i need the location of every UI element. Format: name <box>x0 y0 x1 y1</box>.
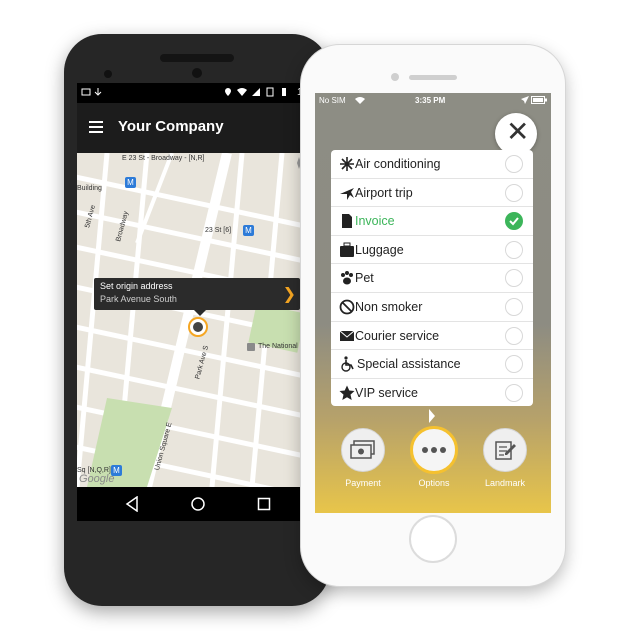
signal-icon <box>252 88 260 96</box>
map-label-building: Building <box>77 185 102 192</box>
payment-label: Payment <box>345 478 381 488</box>
option-checkbox[interactable] <box>505 326 523 345</box>
iphone-screen: No SIM 3:35 PM ✕ Air conditioning Airpor… <box>315 93 551 513</box>
edit-note-icon <box>495 441 516 460</box>
download-icon <box>94 88 102 96</box>
option-label: Airport trip <box>355 185 413 200</box>
home-icon[interactable] <box>190 496 206 512</box>
wifi-icon <box>237 88 247 96</box>
app-title: Your Company <box>118 118 224 135</box>
metro-m-icon: M <box>125 177 136 188</box>
snowflake-icon <box>340 157 354 171</box>
paw-icon <box>341 271 353 285</box>
iphone-camera <box>391 73 399 81</box>
origin-pin-icon[interactable] <box>188 317 208 337</box>
map-view[interactable]: E 23 St - Broadway - [N,R] M Building 5t… <box>77 153 317 487</box>
phone-camera <box>192 68 202 78</box>
battery-icon <box>531 96 547 104</box>
option-label: Non smoker <box>355 300 423 314</box>
money-icon <box>350 440 375 459</box>
option-checkbox[interactable] <box>505 269 523 288</box>
option-invoice[interactable]: Invoice <box>331 207 533 236</box>
android-screen: 1 Your Company <box>77 83 317 521</box>
chevron-right-icon[interactable]: ❯ <box>283 284 296 304</box>
airplane-icon <box>340 187 354 200</box>
landmark-icon <box>247 343 255 351</box>
map-label-national: The National <box>258 343 298 350</box>
carrier-label: No SIM <box>319 96 346 105</box>
star-icon <box>339 385 355 400</box>
option-vip-service[interactable]: VIP service <box>331 379 533 406</box>
option-checkbox[interactable] <box>505 240 523 259</box>
option-label: Special assistance <box>357 357 461 372</box>
option-checkbox-checked[interactable] <box>505 212 523 231</box>
landmark-button[interactable] <box>483 428 527 472</box>
android-nav-bar <box>77 487 317 521</box>
ios-time: 3:35 PM <box>415 96 446 105</box>
no-sim-icon <box>266 87 274 97</box>
payment-button[interactable] <box>341 428 385 472</box>
option-special-assistance[interactable]: Special assistance <box>331 350 533 379</box>
google-logo: Google <box>79 473 115 485</box>
map-label-23st: 23 St [6] <box>205 227 232 234</box>
option-courier-service[interactable]: Courier service <box>331 322 533 351</box>
checkmark-icon <box>509 217 519 226</box>
option-label: Luggage <box>355 242 404 257</box>
callout-address: Park Avenue South <box>100 294 177 304</box>
wifi-icon <box>355 97 365 104</box>
option-airport-trip[interactable]: Airport trip <box>331 179 533 208</box>
option-checkbox[interactable] <box>505 383 523 402</box>
option-luggage[interactable]: Luggage <box>331 236 533 265</box>
no-smoking-icon <box>339 299 355 315</box>
back-icon[interactable] <box>125 496 139 512</box>
map-label-street: E 23 St - Broadway - [N,R] <box>122 155 205 162</box>
battery-icon <box>282 88 286 96</box>
option-checkbox[interactable] <box>505 183 523 202</box>
iphone-speaker <box>409 75 457 80</box>
phone-sensor <box>104 70 112 78</box>
android-status-bar: 1 <box>77 83 317 103</box>
iphone: No SIM 3:35 PM ✕ Air conditioning Airpor… <box>300 44 566 587</box>
option-non-smoker[interactable]: Non smoker <box>331 293 533 322</box>
location-arrow-icon <box>521 96 529 104</box>
android-phone: 1 Your Company <box>64 34 330 606</box>
phone-speaker <box>160 54 234 62</box>
location-icon <box>225 88 231 96</box>
callout-title: Set origin address <box>100 281 173 291</box>
document-icon <box>342 214 352 229</box>
luggage-icon <box>340 242 354 257</box>
android-toolbar: Your Company <box>77 103 317 153</box>
more-dots-icon <box>422 447 446 453</box>
iphone-home-button[interactable] <box>409 515 457 563</box>
option-label: Air conditioning <box>355 157 441 171</box>
option-label: VIP service <box>355 385 418 400</box>
close-icon: ✕ <box>506 116 530 147</box>
options-list: Air conditioning Airport trip Invoice Lu… <box>331 150 533 406</box>
option-air-conditioning[interactable]: Air conditioning <box>331 150 533 179</box>
option-checkbox[interactable] <box>505 155 523 173</box>
callout-tip <box>194 310 206 316</box>
close-button[interactable]: ✕ <box>495 113 537 155</box>
metro-m-icon-2: M <box>243 225 254 236</box>
wheelchair-icon <box>341 356 354 372</box>
option-checkbox[interactable] <box>505 298 523 316</box>
recents-icon[interactable] <box>257 496 271 512</box>
option-label: Courier service <box>355 328 440 343</box>
ios-status-bar: No SIM 3:35 PM <box>315 93 551 109</box>
menu-icon[interactable] <box>89 121 103 133</box>
options-label: Options <box>418 478 450 488</box>
option-pet[interactable]: Pet <box>331 264 533 293</box>
landmark-label: Landmark <box>484 478 526 488</box>
option-label: Invoice <box>355 214 395 229</box>
options-button[interactable] <box>410 426 458 474</box>
option-checkbox[interactable] <box>505 355 523 374</box>
option-label: Pet <box>355 271 374 286</box>
options-pointer <box>429 409 435 423</box>
origin-callout[interactable]: Set origin address Park Avenue South ❯ <box>94 278 300 316</box>
envelope-icon <box>339 330 355 341</box>
image-icon <box>81 88 91 96</box>
